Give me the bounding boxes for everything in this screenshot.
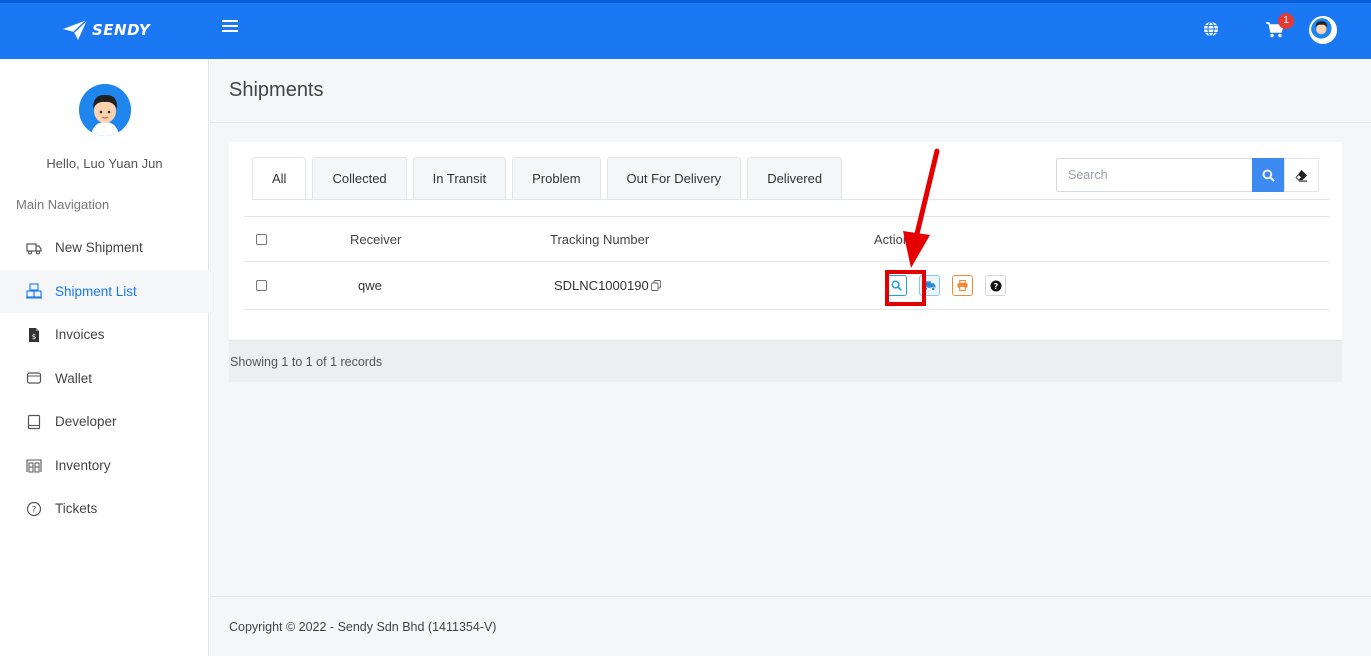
status-tabs: All Collected In Transit Problem Out For… [252, 157, 848, 199]
tab-problem[interactable]: Problem [512, 157, 601, 199]
table-header: Receiver Tracking Number Action [244, 216, 1329, 262]
avatar-face-icon [1311, 18, 1332, 39]
eraser-icon [1295, 169, 1308, 182]
menu-icon[interactable] [222, 20, 238, 34]
records-summary-text: Showing 1 to 1 of 1 records [230, 354, 383, 369]
sidebar-avatar [79, 84, 131, 136]
sidebar-item-label: Wallet [55, 370, 93, 386]
sidebar-item-label: Tickets [55, 501, 98, 517]
select-all-checkbox[interactable] [256, 233, 267, 245]
view-shipment-button[interactable] [886, 275, 907, 296]
page-title: Shipments [229, 79, 324, 101]
user-greeting: Hello, Luo Yuan Jun [46, 156, 163, 171]
row-checkbox[interactable] [256, 280, 267, 291]
print-label-button[interactable] [952, 275, 973, 296]
sidebar-item-label: Inventory [55, 457, 111, 473]
select-all-cell [256, 217, 267, 261]
invoice-icon: $ [26, 327, 42, 343]
help-circle-icon: ? [26, 501, 42, 517]
track-shipment-button[interactable] [919, 275, 940, 296]
user-avatar[interactable] [1309, 16, 1337, 44]
column-action: Action [874, 231, 911, 247]
sidebar: Hello, Luo Yuan Jun Main Navigation New … [0, 59, 209, 656]
sidebar-item-label: Invoices [55, 327, 105, 343]
sidebar-item-new-shipment[interactable]: New Shipment [0, 226, 209, 270]
sidebar-item-wallet[interactable]: Wallet [0, 357, 209, 401]
svg-text:?: ? [993, 282, 998, 291]
boxes-icon [26, 283, 42, 299]
book-icon [26, 414, 42, 430]
globe-icon[interactable] [1203, 21, 1219, 37]
svg-text:$: $ [32, 333, 36, 341]
column-tracking-number: Tracking Number [550, 231, 650, 247]
footer-divider [210, 596, 1371, 597]
tab-in-transit[interactable]: In Transit [412, 157, 507, 199]
warehouse-icon [26, 457, 42, 473]
sidebar-item-label: Shipment List [55, 283, 137, 299]
sidebar-item-invoices[interactable]: $ Invoices [0, 313, 209, 357]
svg-text:?: ? [32, 505, 37, 515]
question-circle-icon: ? [990, 280, 1001, 291]
navbar-top-line [0, 0, 1371, 3]
tabs-divider [252, 199, 1329, 200]
tracking-number: SDLNC1000190 [554, 278, 649, 293]
main-content: Shipments All Collected In Transit Probl… [210, 59, 1371, 656]
brand-name: SENDY [92, 21, 151, 39]
search-icon [1262, 169, 1275, 182]
sidebar-item-shipment-list[interactable]: Shipment List [0, 269, 209, 313]
printer-icon [957, 280, 968, 291]
search-button[interactable] [1252, 158, 1284, 192]
sidebar-item-label: New Shipment [55, 240, 143, 256]
records-summary-bar: Showing 1 to 1 of 1 records [229, 340, 1342, 382]
tracking-cell: SDLNC1000190 [554, 262, 661, 309]
brand-logo[interactable]: SENDY [62, 19, 150, 41]
help-button[interactable]: ? [985, 275, 1006, 296]
main-navigation: New Shipment Shipment List $ Invoices Wa… [0, 226, 209, 531]
copy-icon[interactable] [650, 280, 661, 291]
sidebar-item-developer[interactable]: Developer [0, 400, 209, 444]
tab-collected[interactable]: Collected [312, 157, 407, 199]
paper-plane-icon [63, 19, 88, 40]
receiver-cell: qwe [358, 278, 382, 293]
tab-all[interactable]: All [252, 157, 307, 199]
sidebar-item-tickets[interactable]: ? Tickets [0, 487, 209, 531]
search-input[interactable] [1056, 158, 1252, 192]
search-icon [891, 280, 902, 291]
title-divider [210, 122, 1371, 123]
avatar-face-icon [79, 84, 131, 136]
clear-search-button[interactable] [1284, 158, 1319, 192]
nav-caption: Main Navigation [16, 197, 110, 212]
truck-icon [26, 240, 42, 256]
shipping-truck-icon [923, 281, 936, 291]
row-select-cell [256, 262, 267, 309]
top-navbar: SENDY 1 [0, 0, 1371, 59]
sidebar-item-inventory[interactable]: Inventory [0, 444, 209, 488]
wallet-icon [26, 370, 42, 386]
tab-out-for-delivery[interactable]: Out For Delivery [606, 157, 742, 199]
cart-count-badge: 1 [1278, 13, 1294, 29]
search-group [1056, 158, 1319, 192]
tab-delivered[interactable]: Delivered [747, 157, 843, 199]
column-receiver: Receiver [350, 231, 402, 247]
sidebar-item-label: Developer [55, 414, 117, 430]
copyright-text: Copyright © 2022 - Sendy Sdn Bhd (141135… [229, 620, 497, 634]
action-cell: ? [886, 262, 1018, 309]
table-row: qwe SDLNC1000190 ? [244, 262, 1329, 310]
